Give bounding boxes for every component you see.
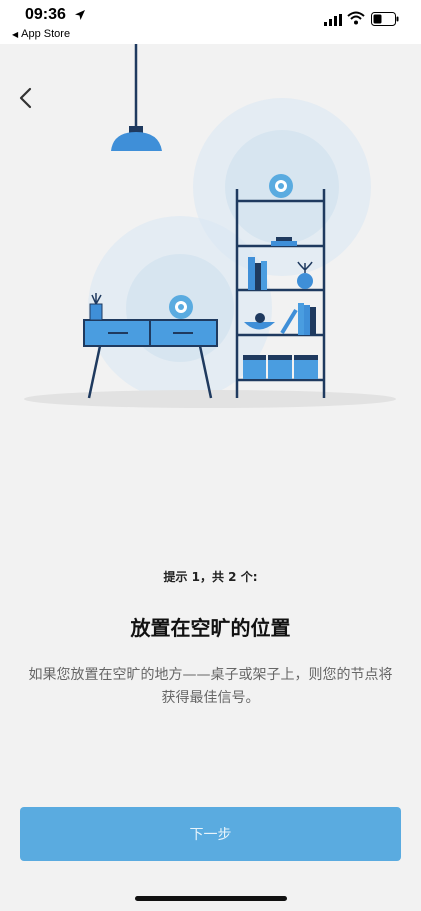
placement-illustration [24,44,396,408]
pendant-lamp [111,44,162,151]
location-arrow-icon [75,10,85,20]
next-button-label: 下一步 [189,827,232,843]
status-time: 09:36 [25,6,66,23]
back-triangle-icon: ◀ [12,30,19,39]
tip-counter: 提示 1，共 2 个: [163,570,258,584]
node-device-on-desk [169,295,193,319]
wifi-icon [347,11,365,25]
battery-icon [371,12,399,26]
next-button[interactable]: 下一步 [20,807,401,861]
page-description: 如果您放置在空旷的地方——桌子或架子上，则您的节点将获得最佳信号。 [28,667,393,706]
page-title: 放置在空旷的位置 [130,616,291,640]
back-to-app-store-link[interactable]: ◀ App Store [12,28,70,40]
status-bar: 09:36 ◀ App Store [0,0,421,44]
signal-icon [324,14,342,26]
home-indicator[interactable] [135,896,287,901]
back-app-label: App Store [21,28,71,40]
